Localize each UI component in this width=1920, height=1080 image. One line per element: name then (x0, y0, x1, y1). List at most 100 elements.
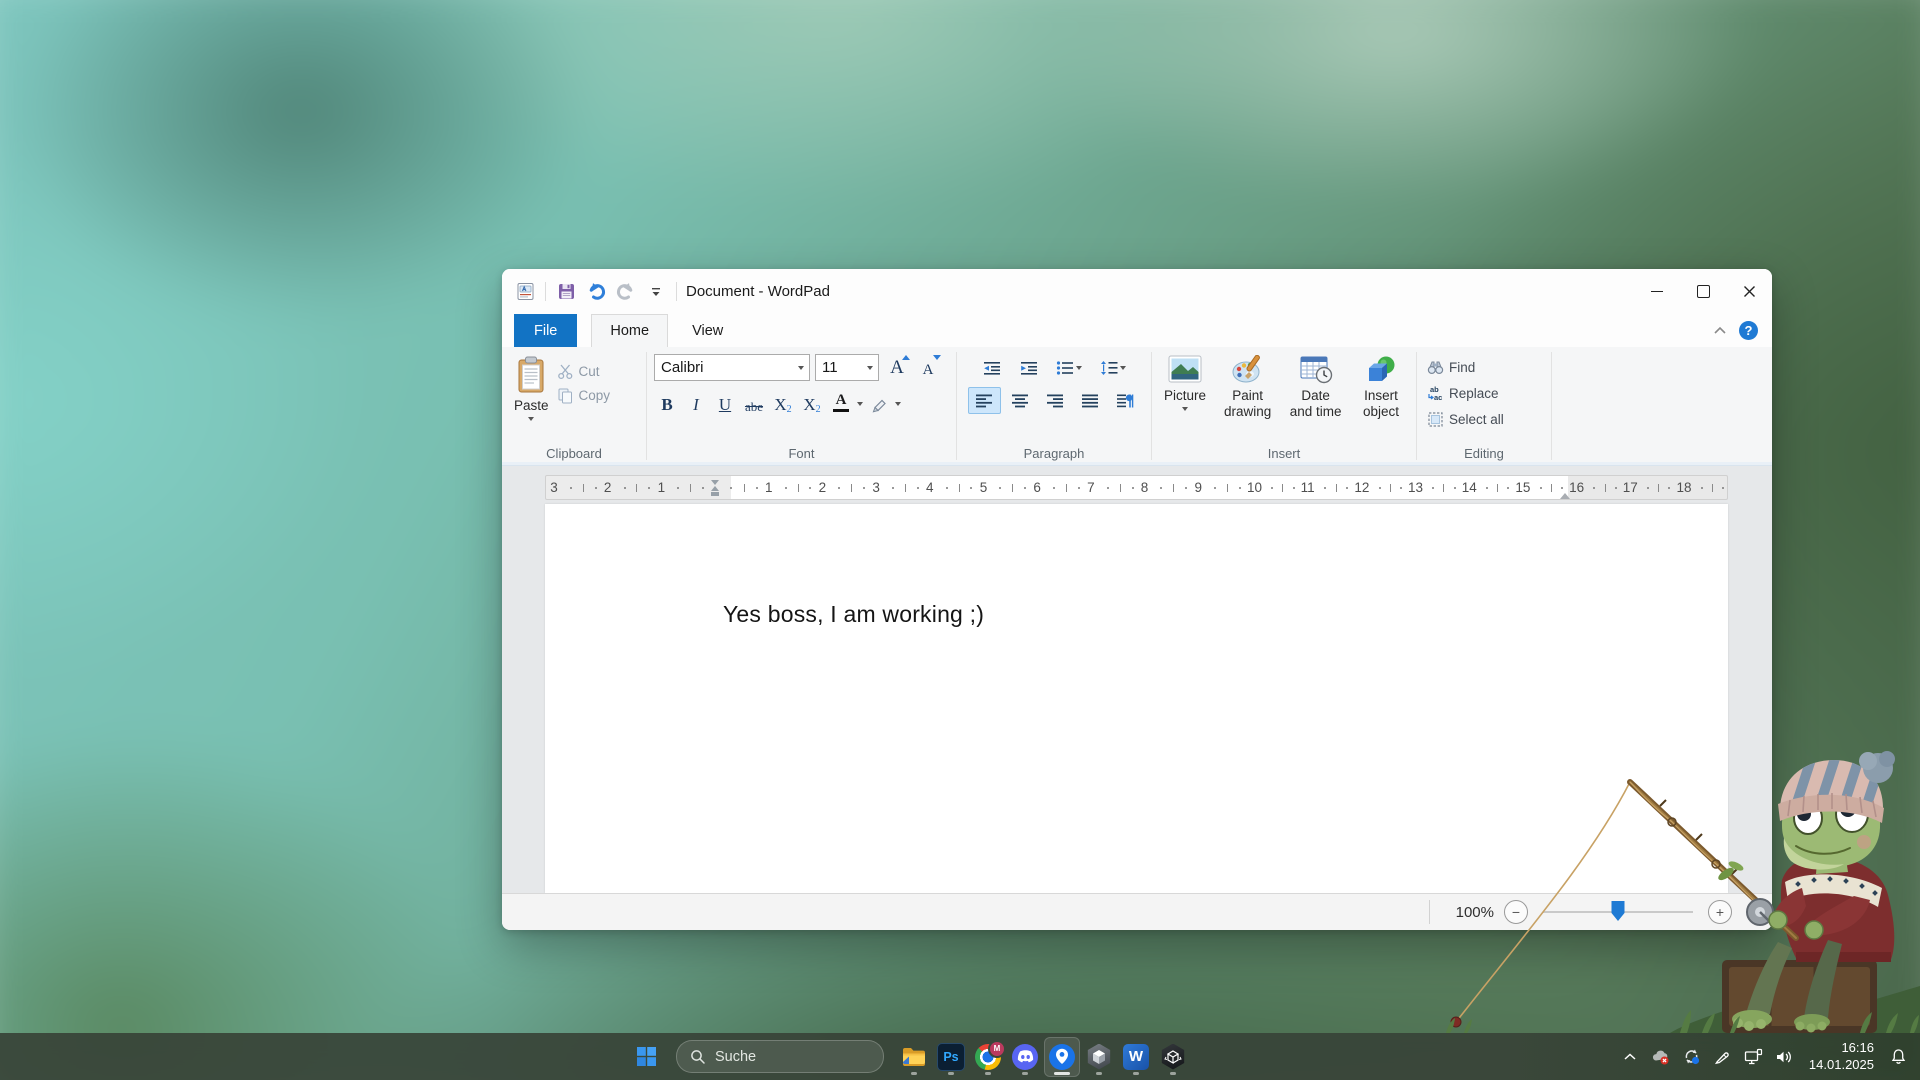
font-color-button[interactable]: A (828, 390, 854, 418)
replace-button[interactable]: ab ac Replace (1424, 381, 1544, 405)
ruler-number: 2 (818, 480, 827, 495)
ruler-number: 3 (872, 480, 880, 495)
indent-markers[interactable] (710, 477, 719, 498)
cut-button[interactable]: Cut (554, 359, 614, 383)
paragraph-dialog-button[interactable] (1110, 388, 1141, 413)
taskbar-active-app-pin[interactable] (1044, 1036, 1080, 1077)
speaker-icon[interactable] (1771, 1039, 1799, 1075)
file-explorer-icon (903, 1047, 925, 1066)
font-size-select[interactable]: 11 (815, 354, 879, 381)
align-center-button[interactable] (1005, 388, 1036, 413)
font-family-select[interactable]: Calibri (654, 354, 810, 381)
paste-button[interactable]: Paste (509, 353, 554, 443)
underline-button[interactable]: U (712, 389, 738, 418)
line-spacing-button[interactable] (1094, 355, 1132, 380)
decrease-indent-button[interactable] (976, 355, 1007, 380)
find-button[interactable]: Find (1424, 355, 1544, 379)
shrink-font-button[interactable]: A (915, 353, 941, 382)
ruler: 3 2 1 1 2 3 4 5 6 7 8 9 10 11 12 13 14 15 16 17 18 (545, 475, 1728, 500)
increase-indent-button[interactable] (1013, 355, 1044, 380)
start-button[interactable] (628, 1039, 664, 1075)
increase-indent-icon (1020, 361, 1037, 375)
paste-dropdown-caret (528, 416, 535, 421)
tray-clock[interactable]: 16:16 14.01.2025 (1802, 1040, 1881, 1074)
taskbar-cube-app-1[interactable] (1081, 1037, 1117, 1077)
group-insert: Picture Paint drawing Date and time Inse… (1152, 347, 1416, 465)
save-icon[interactable] (556, 282, 576, 302)
italic-button[interactable]: I (683, 389, 709, 418)
insert-object-button[interactable]: Insert object (1353, 353, 1409, 443)
monitor-device-icon[interactable] (1740, 1039, 1768, 1075)
picture-caret (1182, 406, 1189, 411)
taskbar-discord[interactable] (1007, 1037, 1043, 1077)
align-left-button[interactable] (967, 387, 1001, 414)
document-text[interactable]: Yes boss, I am working ;) (723, 601, 984, 628)
group-label-paragraph: Paragraph (1023, 446, 1085, 461)
highlight-caret[interactable] (895, 401, 901, 406)
group-clipboard: Paste Cut Copy Clipboard (502, 347, 646, 465)
taskbar-file-explorer[interactable] (896, 1037, 932, 1077)
paint-drawing-button[interactable]: Paint drawing (1217, 353, 1278, 443)
help-icon[interactable]: ? (1739, 321, 1758, 340)
taskbar-chrome[interactable]: M (970, 1037, 1006, 1077)
align-center-icon (1012, 394, 1028, 407)
grow-font-button[interactable]: A (884, 353, 910, 382)
ruler-number: 13 (1408, 480, 1424, 495)
tab-view[interactable]: View (674, 314, 741, 347)
maximize-button[interactable] (1680, 269, 1726, 314)
superscript-button[interactable]: X2 (799, 389, 825, 418)
running-indicator (1022, 1071, 1028, 1075)
group-label-insert: Insert (1267, 446, 1301, 461)
align-right-icon (1047, 394, 1063, 407)
font-family-caret (792, 355, 809, 380)
discord-icon (1012, 1043, 1038, 1070)
system-tray: 16:16 14.01.2025 (1616, 1033, 1912, 1080)
ruler-number: 2 (603, 480, 612, 495)
search-box[interactable]: Suche (676, 1040, 884, 1073)
date-and-time-button[interactable]: Date and time (1284, 353, 1347, 443)
update-sync-icon[interactable] (1678, 1039, 1706, 1075)
collapse-ribbon-icon[interactable] (1713, 326, 1727, 335)
cut-icon (557, 364, 572, 379)
taskbar-cube-app-2[interactable] (1155, 1037, 1191, 1077)
close-button[interactable] (1726, 269, 1772, 314)
window-title: Document - WordPad (686, 283, 830, 300)
bullets-button[interactable] (1050, 355, 1088, 380)
notification-bell-icon[interactable] (1884, 1039, 1912, 1075)
quick-access-toolbar (502, 282, 677, 302)
taskbar-word[interactable]: W (1118, 1037, 1154, 1077)
justify-button[interactable] (1075, 388, 1106, 413)
picture-button[interactable]: Picture (1159, 353, 1211, 443)
ruler-number: 3 (550, 480, 558, 495)
align-right-button[interactable] (1040, 388, 1071, 413)
subscript-button[interactable]: X2 (770, 389, 796, 418)
pen-icon[interactable] (1709, 1039, 1737, 1075)
strikethrough-button[interactable]: abe (741, 389, 767, 418)
tab-home[interactable]: Home (591, 314, 669, 347)
undo-icon[interactable] (586, 282, 606, 302)
tray-chevron-up-icon[interactable] (1616, 1039, 1644, 1075)
right-margin-marker[interactable] (1560, 493, 1570, 499)
bold-button[interactable]: B (654, 389, 680, 418)
minimize-button[interactable] (1634, 269, 1680, 314)
copy-button[interactable]: Copy (554, 383, 614, 407)
justify-icon (1082, 394, 1098, 407)
running-indicator (948, 1071, 954, 1075)
group-label-editing: Editing (1464, 446, 1504, 461)
wordpad-app-icon[interactable] (515, 282, 535, 302)
customize-qat-icon[interactable] (646, 282, 666, 302)
svg-text:ac: ac (1434, 393, 1442, 402)
ruler-number: 8 (1140, 480, 1149, 495)
tab-file[interactable]: File (514, 314, 578, 347)
ruler-number: 18 (1676, 480, 1692, 495)
group-editing: Find ab ac Replace Select all Editing (1417, 347, 1551, 465)
search-icon (691, 1049, 705, 1064)
taskbar-photoshop[interactable]: Ps (933, 1037, 969, 1077)
redo-icon[interactable] (616, 282, 636, 302)
onedrive-error-icon[interactable] (1647, 1039, 1675, 1075)
select-all-button[interactable]: Select all (1424, 407, 1544, 431)
highlight-button[interactable] (866, 389, 892, 418)
replace-icon: abac (1428, 385, 1442, 402)
font-color-caret[interactable] (857, 401, 863, 406)
font-size-caret (861, 355, 878, 380)
